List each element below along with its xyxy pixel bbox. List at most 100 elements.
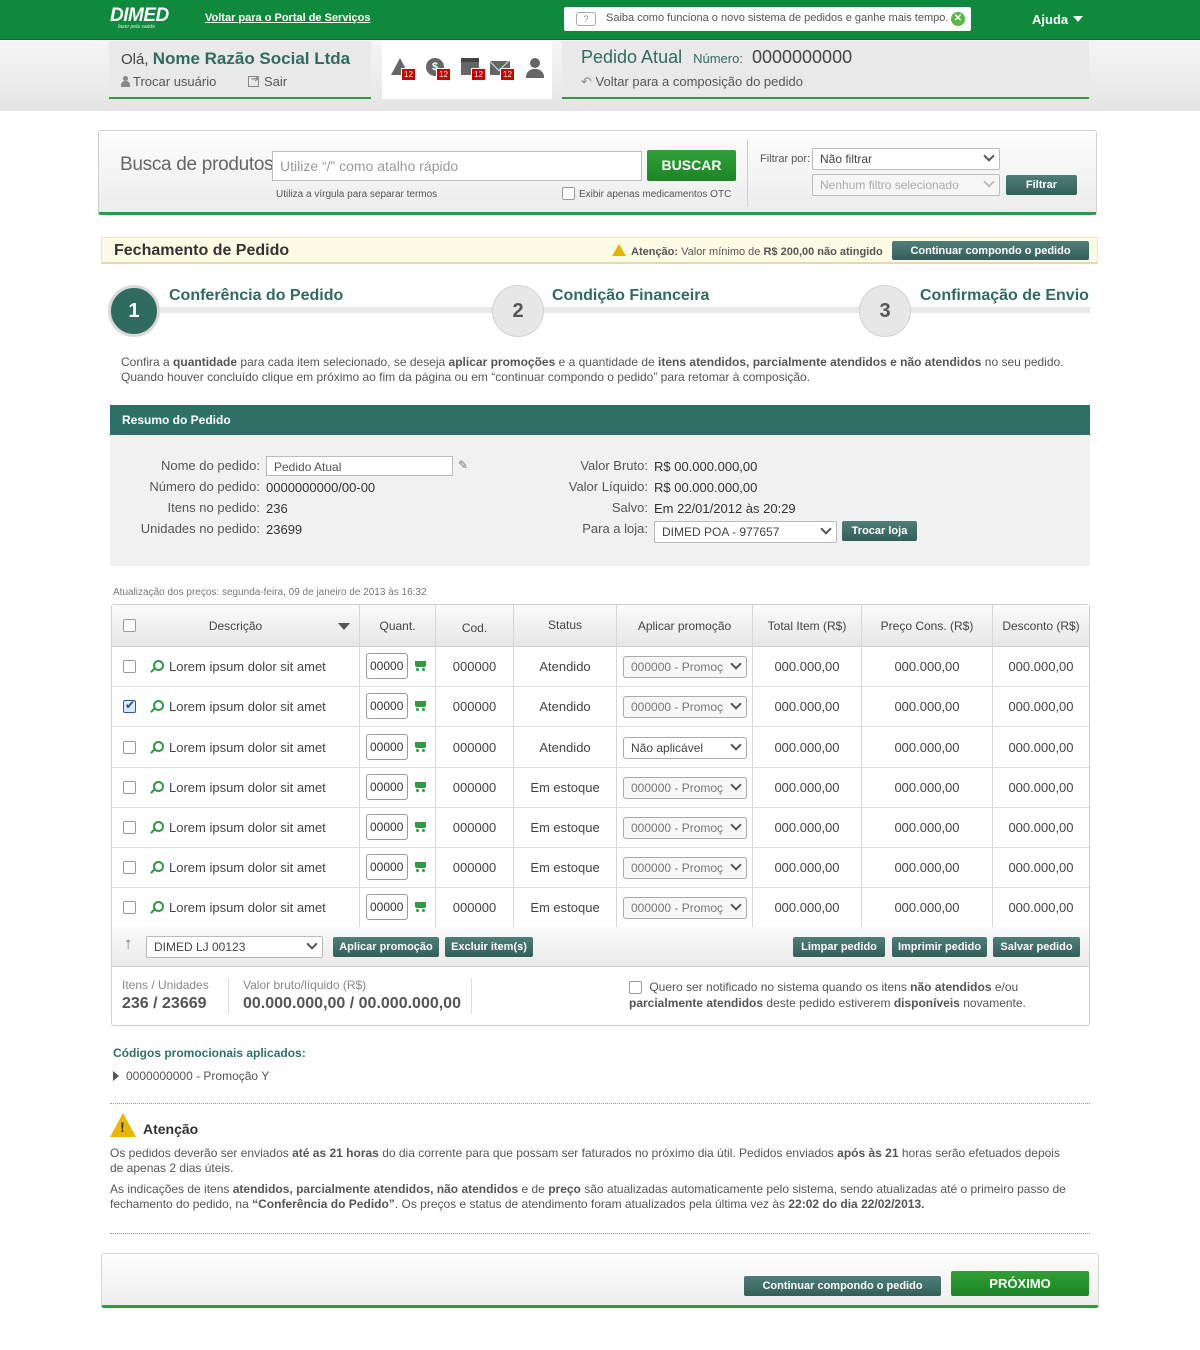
row-checkbox[interactable] <box>123 698 136 713</box>
cart-icon[interactable] <box>413 900 427 913</box>
row-checkbox[interactable] <box>123 861 136 874</box>
warning-icon[interactable]: 12 <box>391 58 416 81</box>
back-arrow-icon: ↶ <box>581 74 592 89</box>
item-description[interactable]: Lorem ipsum dolor sit amet <box>169 699 326 714</box>
help-menu[interactable]: Ajuda <box>1032 12 1084 27</box>
notify-checkbox[interactable] <box>629 981 642 994</box>
promotion-select[interactable]: Não aplicável <box>623 737 747 759</box>
item-status: Em estoque <box>530 780 600 795</box>
search-icon[interactable] <box>149 741 164 755</box>
row-checkbox[interactable] <box>123 781 136 794</box>
row-checkbox[interactable] <box>123 901 136 914</box>
store-selector[interactable]: DIMED LJ 00123 <box>146 936 323 958</box>
filter-button[interactable]: Filtrar <box>1006 175 1077 195</box>
row-checkbox[interactable] <box>123 821 136 834</box>
item-description[interactable]: Lorem ipsum dolor sit amet <box>169 820 326 835</box>
mail-icon[interactable]: 12 <box>490 58 515 81</box>
apply-promotion-button[interactable]: Aplicar promoção <box>333 937 439 957</box>
search-icon[interactable] <box>149 901 164 915</box>
item-description[interactable]: Lorem ipsum dolor sit amet <box>169 659 326 674</box>
calendar-icon[interactable]: 12 <box>461 58 486 81</box>
notify-text-part: disponíveis <box>893 996 960 1010</box>
table-totals: Itens / Unidades 236 / 23669 Valor bruto… <box>112 968 1089 1026</box>
quantity-input[interactable]: 00000 <box>366 653 408 679</box>
quantity-input[interactable]: 00000 <box>366 774 408 800</box>
promotion-select-value: 000000 - Promoç <box>631 781 724 795</box>
item-code: 000000 <box>452 860 497 875</box>
filter-secondary-select[interactable]: Nenhum filtro selecionado <box>812 174 1000 196</box>
product-search: Busca de produtos Utilize “/” como atalh… <box>98 130 1097 215</box>
item-discount: 000.000,00 <box>1008 699 1074 714</box>
column-header-code: Cod. <box>461 621 488 635</box>
column-header-description[interactable]: Descrição <box>142 619 329 633</box>
print-order-button[interactable]: Imprimir pedido <box>892 937 987 957</box>
quantity-input[interactable]: 00000 <box>366 814 408 840</box>
continue-composing-button[interactable]: Continuar compondo o pedido <box>892 241 1089 260</box>
promotion-select[interactable]: 000000 - Promoç <box>623 857 747 879</box>
column-header-quantity: Quant. <box>379 619 416 633</box>
cart-icon[interactable] <box>413 820 427 833</box>
notice-banner[interactable]: ? Saiba como funciona o novo sistema de … <box>564 7 971 31</box>
search-icon[interactable] <box>149 861 164 875</box>
profile-icon[interactable] <box>526 58 548 80</box>
promotion-select[interactable]: 000000 - Promoç <box>623 897 747 919</box>
quantity-input[interactable]: 00000 <box>366 693 408 719</box>
sort-down-icon[interactable] <box>338 623 350 630</box>
store-select[interactable]: DIMED POA - 977657 <box>654 521 837 543</box>
item-description[interactable]: Lorem ipsum dolor sit amet <box>169 860 326 875</box>
item-description[interactable]: Lorem ipsum dolor sit amet <box>169 900 326 915</box>
chevron-down-icon <box>730 698 742 710</box>
money-icon[interactable]: $12 <box>426 58 451 81</box>
notify-option[interactable]: Quero ser notificado no sistema quando o… <box>629 979 1069 1011</box>
cart-icon[interactable] <box>413 860 427 873</box>
otc-checkbox[interactable] <box>562 187 575 200</box>
select-all-checkbox[interactable] <box>123 619 136 632</box>
gross-net-value: 00.000.000,00 / 00.000.000,00 <box>243 995 461 1012</box>
search-button[interactable]: BUSCAR <box>647 150 736 181</box>
quantity-input[interactable]: 00000 <box>366 894 408 920</box>
search-input[interactable]: Utilize “/” como atalho rápido <box>272 151 642 181</box>
quantity-input[interactable]: 00000 <box>366 734 408 760</box>
search-icon[interactable] <box>149 660 164 674</box>
order-number: 0000000000 <box>751 47 853 67</box>
chevron-down-icon <box>730 739 742 751</box>
promo-code-item[interactable]: 0000000000 - Promoção Y <box>113 1069 269 1083</box>
promotion-select[interactable]: 000000 - Promoç <box>623 817 747 839</box>
search-icon[interactable] <box>149 781 164 795</box>
close-icon[interactable]: ✕ <box>951 12 965 26</box>
continue-composing-button[interactable]: Continuar compondo o pedido <box>744 1276 941 1296</box>
quantity-input[interactable]: 00000 <box>366 854 408 880</box>
switch-user-link[interactable]: Trocar usuário <box>121 74 230 89</box>
search-icon[interactable] <box>149 821 164 835</box>
greeting-text: Olá, <box>121 51 149 68</box>
clear-order-button[interactable]: Limpar pedido <box>793 937 885 957</box>
edit-icon[interactable]: ✎ <box>458 458 471 472</box>
row-checkbox[interactable] <box>123 660 136 673</box>
promotion-select[interactable]: 000000 - Promoç <box>623 777 747 799</box>
table-row: Lorem ipsum dolor sit amet00000000000Ate… <box>112 647 1089 687</box>
back-to-composition-link[interactable]: ↶ Voltar para a composição do pedido <box>581 74 803 90</box>
dimed-logo[interactable]: DIMED fazer pela saúde <box>110 5 172 31</box>
item-price: 000.000,00 <box>894 659 960 674</box>
item-code: 000000 <box>452 780 497 795</box>
save-order-button[interactable]: Salvar pedido <box>993 937 1080 957</box>
cart-icon[interactable] <box>413 780 427 793</box>
otc-filter[interactable]: Exibir apenas medicamentos OTC <box>562 187 731 200</box>
promotion-select[interactable]: 000000 - Promoç <box>623 696 747 718</box>
portal-link[interactable]: Voltar para o Portal de Serviços <box>205 12 370 24</box>
item-description[interactable]: Lorem ipsum dolor sit amet <box>169 780 326 795</box>
change-store-button[interactable]: Trocar loja <box>842 521 917 541</box>
cart-icon[interactable] <box>413 740 427 753</box>
cart-icon[interactable] <box>413 699 427 712</box>
item-description[interactable]: Lorem ipsum dolor sit amet <box>169 740 326 755</box>
notify-text-part: Quero ser notificado no sistema quando o… <box>649 980 907 994</box>
order-name-input[interactable]: Pedido Atual <box>266 456 453 476</box>
row-checkbox[interactable] <box>123 741 136 754</box>
promotion-select[interactable]: 000000 - Promoç <box>623 656 747 678</box>
logout-link[interactable]: Sair <box>247 74 301 89</box>
search-icon[interactable] <box>149 700 164 714</box>
delete-items-button[interactable]: Excluir item(s) <box>445 937 533 957</box>
cart-icon[interactable] <box>413 659 427 672</box>
next-button[interactable]: PRÓXIMO <box>951 1271 1089 1296</box>
filter-select[interactable]: Não filtrar <box>812 148 1000 170</box>
